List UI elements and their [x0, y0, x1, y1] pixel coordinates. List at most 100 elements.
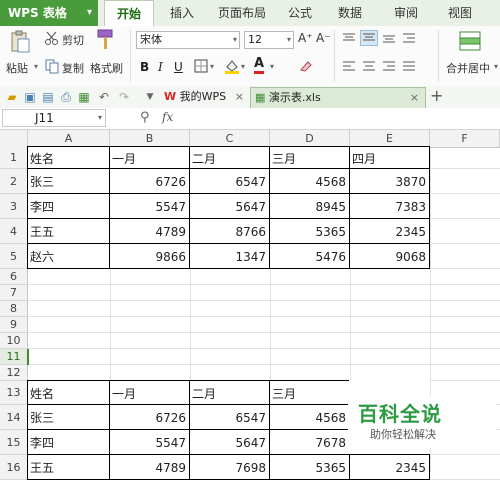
chevron-down-icon[interactable]: ▾ [210, 62, 214, 71]
font-size-select[interactable]: 12 ▾ [244, 31, 294, 49]
table-cell[interactable]: 王五 [27, 454, 110, 480]
table-cell[interactable]: 7698 [189, 454, 270, 480]
tab-formulas[interactable]: 公式 [280, 0, 320, 26]
table-cell[interactable]: 8766 [189, 218, 270, 244]
table-header-cell[interactable]: 一月 [109, 146, 190, 169]
table-header-cell[interactable]: 二月 [189, 146, 270, 169]
table-cell[interactable]: 9068 [349, 243, 430, 269]
table-cell[interactable]: 2345 [349, 454, 430, 480]
table-header-cell[interactable]: 姓名 [27, 146, 110, 169]
table-header-cell[interactable]: 三月 [269, 380, 350, 405]
table-cell[interactable]: 5476 [269, 243, 350, 269]
borders-icon[interactable] [194, 59, 208, 73]
underline-button[interactable]: U [174, 60, 183, 74]
tab-review[interactable]: 审阅 [386, 0, 426, 26]
copy-icon[interactable] [44, 58, 60, 74]
bold-button[interactable]: B [140, 60, 149, 74]
table-cell[interactable]: 李四 [27, 193, 110, 219]
column-header[interactable]: F [430, 130, 500, 147]
align-center-icon[interactable] [362, 60, 376, 72]
tab-home[interactable]: 开始 [104, 0, 154, 28]
font-color-button[interactable]: A [254, 57, 265, 74]
chevron-down-icon[interactable]: ▾ [98, 110, 102, 126]
chevron-down-icon[interactable]: ▼ [142, 89, 158, 105]
table-cell[interactable]: 9866 [109, 243, 190, 269]
column-header[interactable]: C [190, 130, 270, 147]
align-top-icon[interactable] [342, 32, 356, 44]
formula-input[interactable] [190, 108, 500, 128]
shrink-font-button[interactable]: A⁻ [316, 31, 331, 45]
table-cell[interactable]: 5647 [189, 193, 270, 219]
column-header[interactable]: A [28, 130, 110, 147]
tab-page-layout[interactable]: 页面布局 [210, 0, 274, 26]
table-cell[interactable]: 5547 [109, 429, 190, 455]
align-right-icon[interactable] [382, 60, 396, 72]
copy-button-label[interactable]: 复制 [62, 60, 84, 76]
indent-icon[interactable] [402, 32, 416, 44]
align-bottom-icon[interactable] [382, 32, 396, 44]
chevron-down-icon[interactable]: ▾ [494, 62, 498, 71]
table-cell[interactable]: 2345 [349, 218, 430, 244]
name-box[interactable]: J11 ▾ [2, 109, 106, 127]
cut-button-label[interactable]: 剪切 [62, 32, 84, 48]
italic-button[interactable]: I [158, 60, 163, 74]
table-cell[interactable]: 4789 [109, 218, 190, 244]
fill-color-icon[interactable] [224, 58, 240, 74]
grow-font-button[interactable]: A⁺ [298, 31, 313, 45]
select-all-corner[interactable] [0, 130, 28, 147]
tab-my-wps[interactable]: W 我的WPS × [160, 87, 250, 108]
chevron-down-icon[interactable]: ▾ [241, 62, 245, 71]
scissors-icon[interactable] [44, 30, 60, 46]
table-cell[interactable]: 4789 [109, 454, 190, 480]
table-cell[interactable]: 6547 [189, 168, 270, 194]
table-cell[interactable]: 王五 [27, 218, 110, 244]
table-cell[interactable]: 5547 [109, 193, 190, 219]
format-painter-label[interactable]: 格式刷 [90, 60, 123, 76]
table-cell[interactable]: 7383 [349, 193, 430, 219]
tab-data[interactable]: 数据 [330, 0, 370, 26]
close-icon[interactable]: × [235, 87, 244, 107]
table-cell[interactable]: 5365 [269, 218, 350, 244]
align-left-icon[interactable] [342, 60, 356, 72]
close-icon[interactable]: × [410, 88, 419, 108]
zoom-magnifier-icon[interactable]: ⚲ [140, 110, 150, 125]
column-header[interactable]: D [270, 130, 350, 147]
font-name-select[interactable]: 宋体 ▾ [136, 31, 240, 49]
table-cell[interactable]: 6726 [109, 404, 190, 430]
open-folder-icon[interactable]: ▰ [4, 89, 20, 105]
table-cell[interactable]: 1347 [189, 243, 270, 269]
align-middle-icon[interactable] [360, 30, 378, 46]
table-header-cell[interactable]: 一月 [109, 380, 190, 405]
table-header-cell[interactable]: 三月 [269, 146, 350, 169]
print-icon[interactable]: ⎙ [58, 89, 74, 105]
justify-icon[interactable] [402, 60, 416, 72]
print-preview-icon[interactable]: ▤ [40, 89, 56, 105]
clear-format-icon[interactable] [298, 58, 314, 74]
chevron-down-icon[interactable]: ▾ [34, 62, 38, 71]
merge-center-icon[interactable] [458, 29, 482, 53]
tab-demo-xls[interactable]: ▦ 演示表.xls × [250, 87, 426, 108]
table-cell[interactable]: 5365 [269, 454, 350, 480]
table-header-cell[interactable]: 二月 [189, 380, 270, 405]
tab-view[interactable]: 视图 [440, 0, 480, 26]
table-cell[interactable]: 4568 [269, 404, 350, 430]
table-cell[interactable]: 张三 [27, 168, 110, 194]
paste-button-label[interactable]: 粘贴 [6, 60, 28, 76]
save-icon[interactable]: ▣ [22, 89, 38, 105]
table-cell[interactable]: 6547 [189, 404, 270, 430]
merge-center-label[interactable]: 合并居中 [446, 60, 490, 76]
column-header[interactable]: B [110, 130, 190, 147]
chevron-down-icon[interactable]: ▾ [270, 62, 274, 71]
table-header-cell[interactable]: 四月 [349, 146, 430, 169]
tab-insert[interactable]: 插入 [160, 0, 204, 26]
undo-icon[interactable]: ↶ [96, 89, 112, 105]
table-header-cell[interactable]: 姓名 [27, 380, 110, 405]
table-cell[interactable]: 张三 [27, 404, 110, 430]
redo-icon[interactable]: ↷ [116, 89, 132, 105]
table-cell[interactable]: 3870 [349, 168, 430, 194]
export-pdf-icon[interactable]: ▦ [76, 89, 92, 105]
paste-icon[interactable] [8, 30, 32, 54]
table-cell[interactable]: 6726 [109, 168, 190, 194]
table-cell[interactable]: 7678 [269, 429, 350, 455]
column-header[interactable]: E [350, 130, 430, 147]
